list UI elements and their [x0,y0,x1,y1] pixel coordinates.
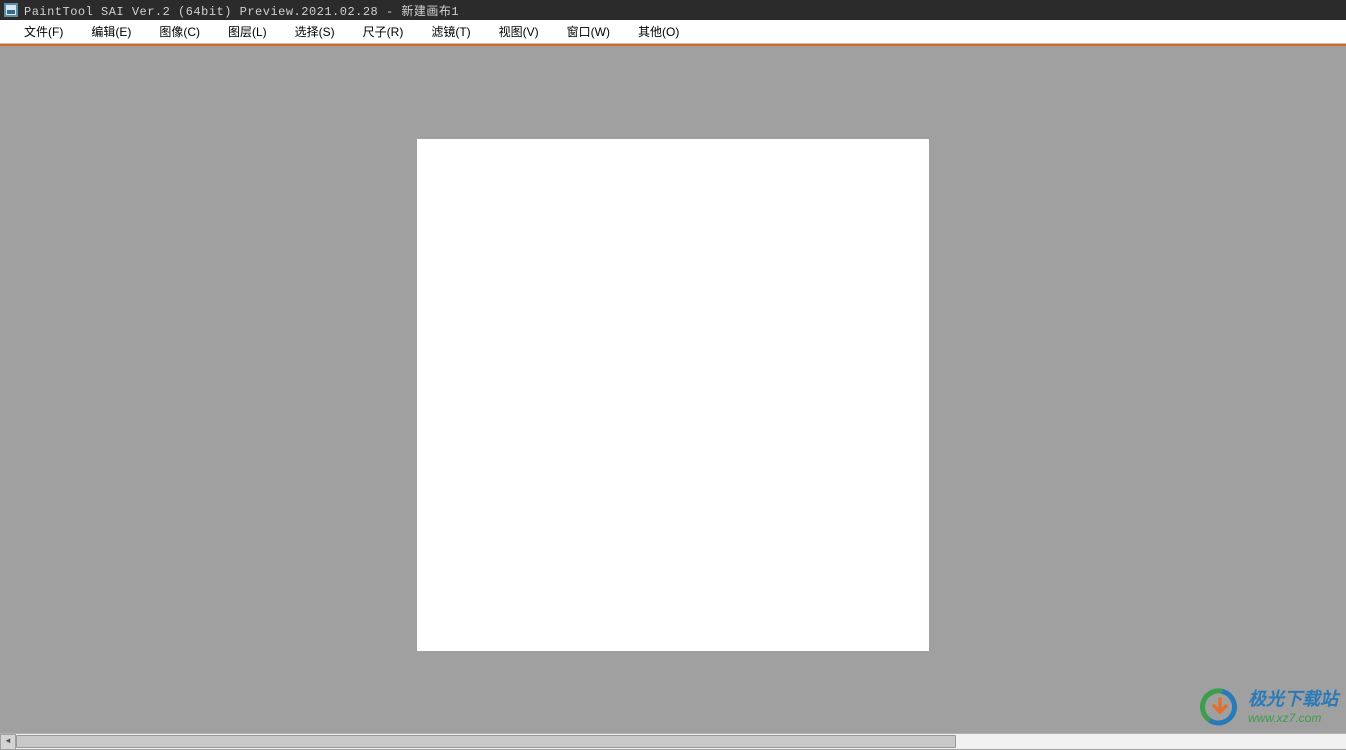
window-title: PaintTool SAI Ver.2 (64bit) Preview.2021… [24,2,459,19]
app-icon [4,3,18,17]
watermark-site-name: 极光下载站 [1248,689,1338,711]
canvas[interactable] [417,139,929,651]
watermark: 极光下载站 www.xz7.com [1200,687,1338,727]
menu-file[interactable]: 文件(F) [10,20,77,43]
menu-window[interactable]: 窗口(W) [553,20,624,43]
menu-filter[interactable]: 滤镜(T) [417,20,484,43]
watermark-logo-icon [1200,687,1240,727]
watermark-site-url: www.xz7.com [1248,711,1338,725]
menu-image[interactable]: 图像(C) [145,20,214,43]
scroll-thumb[interactable] [16,735,956,748]
scroll-track[interactable] [16,734,1346,749]
watermark-text: 极光下载站 www.xz7.com [1248,689,1338,725]
menu-view[interactable]: 视图(V) [485,20,553,43]
scroll-left-button[interactable]: ◄ [0,734,16,750]
canvas-viewport[interactable] [0,46,1346,733]
menu-select[interactable]: 选择(S) [281,20,349,43]
menu-ruler[interactable]: 尺子(R) [349,20,418,43]
horizontal-scrollbar[interactable]: ◄ [0,733,1346,749]
menu-edit[interactable]: 编辑(E) [77,20,145,43]
menu-bar: 文件(F) 编辑(E) 图像(C) 图层(L) 选择(S) 尺子(R) 滤镜(T… [0,20,1346,44]
menu-other[interactable]: 其他(O) [624,20,693,43]
workspace: 极光下载站 www.xz7.com [0,44,1346,733]
title-bar: PaintTool SAI Ver.2 (64bit) Preview.2021… [0,0,1346,20]
menu-layer[interactable]: 图层(L) [214,20,281,43]
